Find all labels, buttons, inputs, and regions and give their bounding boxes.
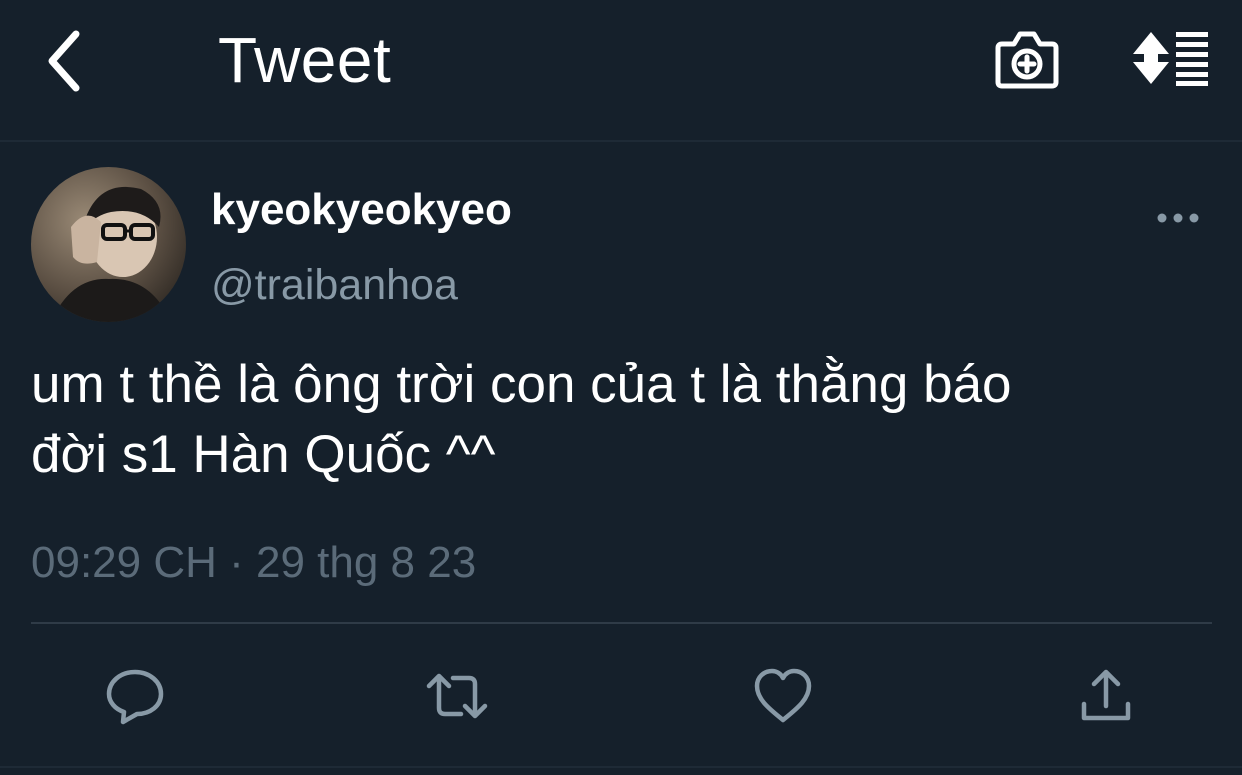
avatar[interactable]: [31, 167, 186, 322]
camera-plus-icon: [995, 31, 1059, 89]
like-button[interactable]: [751, 664, 815, 728]
share-icon: [1081, 669, 1131, 721]
tweet-text: um t thề là ông trời con của t là thằng …: [31, 355, 1012, 484]
sort-list-icon: [1133, 32, 1208, 86]
top-bar: Tweet: [0, 0, 1242, 142]
tweet-timestamp: 09:29 CH · 29 thg 8 23: [31, 538, 477, 587]
avatar-photo: [31, 167, 186, 322]
retweet-button[interactable]: [425, 664, 489, 728]
page-title: Tweet: [218, 24, 392, 96]
back-button[interactable]: [40, 26, 96, 96]
chevron-left-icon: [48, 30, 80, 92]
reply-button[interactable]: [103, 664, 167, 728]
more-dots-icon: [1157, 213, 1199, 223]
camera-button[interactable]: [994, 28, 1060, 90]
display-name[interactable]: kyeokyeokyeo: [211, 185, 512, 235]
heart-icon: [754, 668, 812, 723]
share-button[interactable]: [1074, 664, 1138, 728]
sort-button[interactable]: [1130, 28, 1210, 90]
reply-icon: [106, 669, 164, 725]
retweet-icon: [426, 673, 488, 719]
more-options-button[interactable]: [1152, 200, 1204, 236]
divider: [31, 622, 1212, 624]
bottom-divider: [0, 766, 1242, 768]
user-handle[interactable]: @traibanhoa: [211, 260, 458, 310]
